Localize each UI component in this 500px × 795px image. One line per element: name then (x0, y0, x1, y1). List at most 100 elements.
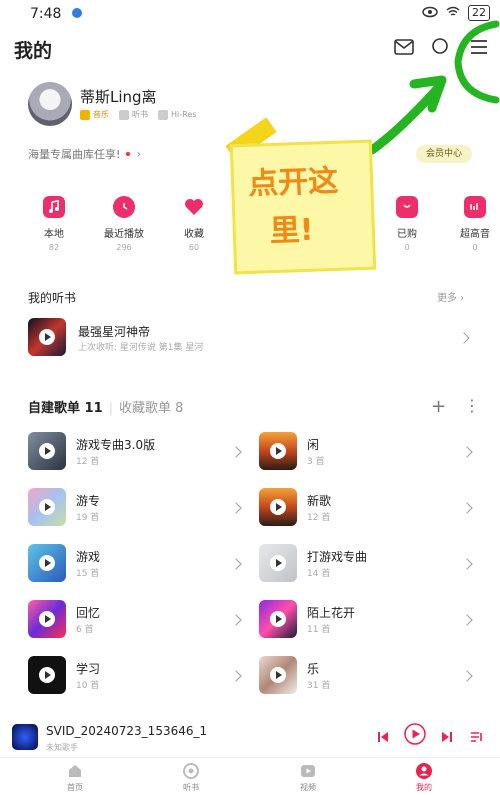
audiobook-cover (28, 318, 66, 356)
quick-local[interactable]: 本地 82 (29, 196, 79, 252)
audiobook-section-title: 我的听书 (28, 291, 77, 305)
quick-purchased-label: 已购 (397, 229, 417, 240)
tab-home[interactable]: 首页 (45, 762, 105, 793)
playlist-name: 回忆 (76, 606, 101, 620)
playlist-name: 乐 (307, 662, 320, 676)
playlist-count: 6 首 (76, 625, 94, 635)
play-icon (39, 499, 55, 515)
tab-separator: | (108, 401, 114, 416)
chevron-right-icon (230, 558, 242, 570)
playlist-name: 打游戏专曲 (307, 550, 368, 564)
next-icon[interactable] (441, 728, 453, 747)
play-icon (270, 499, 286, 515)
quick-purchased[interactable]: 已购 0 (382, 196, 432, 252)
previous-icon[interactable] (377, 728, 389, 747)
playlist-item[interactable]: 学习 10 首 (28, 656, 248, 696)
playlist-item[interactable]: 闲 3 首 (259, 432, 479, 472)
status-bar: 7:48 22 (0, 0, 500, 28)
tab-created-playlists[interactable]: 自建歌单 11 (28, 397, 103, 416)
playlist-count: 12 首 (307, 513, 331, 523)
play-icon (39, 611, 55, 627)
music-badge-icon (80, 109, 90, 120)
shopping-bag-icon (396, 196, 418, 218)
clock-icon (113, 196, 135, 218)
annotation-line-1: 点开这 (247, 163, 339, 202)
playlist-cover (259, 600, 297, 638)
playlist-cover (28, 488, 66, 526)
mail-icon[interactable] (393, 36, 415, 58)
user-name[interactable]: 蒂斯Ling离 (80, 86, 157, 107)
annotation-text: 点开这 里! (247, 157, 370, 257)
music-badge: 音乐 (80, 109, 109, 120)
playlist-item[interactable]: 游戏 15 首 (28, 544, 248, 584)
quick-recent[interactable]: 最近播放 296 (99, 196, 149, 252)
promo-banner[interactable]: 海量专属曲库任享! › (28, 146, 141, 162)
profile-icon (415, 762, 433, 780)
audiobook-more-link[interactable]: 更多 › (437, 289, 464, 304)
quick-hires-label: 超高音 (460, 229, 490, 240)
playlist-tabs: 自建歌单 11 | 收藏歌单 8 (28, 397, 183, 416)
play-icon (270, 667, 286, 683)
play-icon (39, 667, 55, 683)
playlist-queue-icon[interactable] (470, 728, 484, 747)
quick-local-count: 82 (48, 243, 60, 252)
playlist-count: 31 首 (307, 681, 331, 691)
eye-icon (422, 6, 438, 21)
annotation-sticky-note: 点开这 里! (229, 139, 377, 275)
playlist-item[interactable]: 游戏专曲3.0版 12 首 (28, 432, 248, 472)
tab-mine[interactable]: 我的 (394, 762, 454, 793)
tab-audiobooks[interactable]: 听书 (161, 762, 221, 793)
audiobook-badge-icon (119, 109, 129, 120)
playlist-item[interactable]: 游专 19 首 (28, 488, 248, 528)
audiobook-subtitle: 上次收听: 星河传说 第1集 星河 (78, 343, 204, 353)
video-icon (299, 762, 317, 780)
playlist-item[interactable]: 乐 31 首 (259, 656, 479, 696)
tab-videos[interactable]: 视频 (278, 762, 338, 793)
quick-local-label: 本地 (44, 229, 64, 240)
promo-text: 海量专属曲库任享! (28, 148, 121, 161)
vip-center-button[interactable]: 会员中心 (416, 145, 472, 163)
audiobook-item[interactable]: 最强星河神帝 上次收听: 星河传说 第1集 星河 (28, 318, 472, 358)
hires-badge-icon (158, 109, 168, 120)
chevron-right-icon (230, 614, 242, 626)
playlist-count: 11 首 (307, 625, 331, 635)
chevron-right-icon (461, 558, 473, 570)
playlist-item[interactable]: 新歌 12 首 (259, 488, 479, 528)
playlist-item[interactable]: 打游戏专曲 14 首 (259, 544, 479, 584)
search-icon[interactable] (430, 36, 452, 58)
quick-favorites-label: 收藏 (184, 229, 204, 240)
hires-badge: Hi-Res (158, 109, 196, 120)
avatar[interactable] (28, 82, 72, 126)
chevron-right-icon (461, 614, 473, 626)
playlist-cover (259, 488, 297, 526)
playlist-cover (28, 432, 66, 470)
bottom-tab-bar: 首页 听书 视频 我的 (0, 757, 500, 795)
more-options-icon[interactable]: ⋮ (464, 396, 480, 415)
chevron-right-icon (461, 670, 473, 682)
playlist-item[interactable]: 陌上花开 11 首 (259, 600, 479, 640)
chevron-right-icon: › (136, 147, 142, 161)
tab-collected-playlists[interactable]: 收藏歌单 8 (119, 397, 183, 416)
playlist-cover (28, 600, 66, 638)
playlist-name: 陌上花开 (307, 606, 356, 620)
play-icon (270, 555, 286, 571)
mini-player[interactable]: SVID_20240723_153646_1 未知歌手 (0, 712, 500, 756)
add-playlist-icon[interactable]: + (431, 396, 446, 417)
chevron-right-icon (461, 446, 473, 458)
playlist-name: 游戏 (76, 550, 101, 564)
menu-icon[interactable] (468, 36, 490, 58)
red-dot-icon (126, 152, 131, 156)
playlist-cover (259, 544, 297, 582)
play-icon (270, 443, 286, 459)
playlist-name: 新歌 (307, 494, 332, 508)
playlist-name: 游专 (76, 494, 101, 508)
home-icon (66, 762, 84, 780)
quick-favorites-count: 60 (188, 243, 200, 252)
playlist-item[interactable]: 回忆 6 首 (28, 600, 248, 640)
quick-hires-count: 0 (472, 243, 478, 252)
quick-hires[interactable]: 超高音 0 (450, 196, 500, 252)
member-badges: 音乐 听书 Hi-Res (80, 109, 196, 120)
quick-favorites[interactable]: 收藏 60 (169, 196, 219, 252)
playlist-name: 闲 (307, 438, 320, 452)
play-pause-button[interactable] (404, 723, 426, 749)
